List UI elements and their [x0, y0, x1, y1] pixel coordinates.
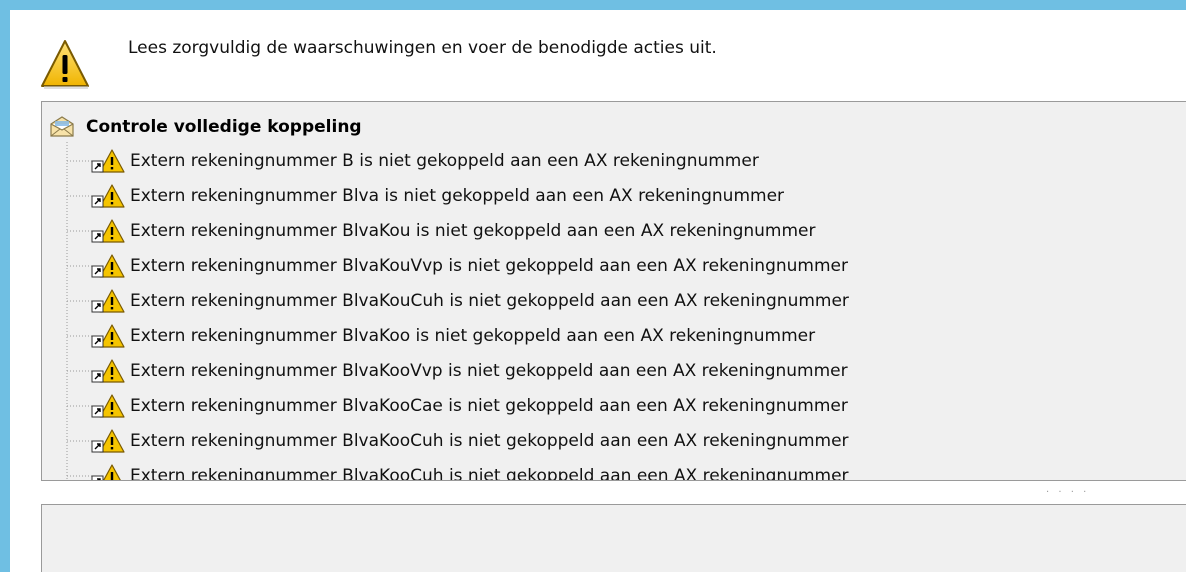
tree-item-label: Extern rekeningnummer BlvaKou is niet ge… [130, 221, 816, 241]
detail-panel [41, 504, 1186, 572]
tree-item[interactable]: Extern rekeningnummer BlvaKooCuh is niet… [88, 461, 849, 481]
tree-root-node[interactable]: Controle volledige koppeling [48, 114, 362, 140]
header-message: Lees zorgvuldig de waarschuwingen en voe… [128, 38, 717, 58]
warning-shortcut-icon [91, 394, 125, 418]
tree-item-label: Extern rekeningnummer BlvaKouVvp is niet… [130, 256, 848, 276]
tree-item[interactable]: Extern rekeningnummer BlvaKooCae is niet… [88, 391, 848, 421]
tree-item-label: Extern rekeningnummer BlvaKoo is niet ge… [130, 326, 816, 346]
tree-item[interactable]: Extern rekeningnummer BlvaKooVvp is niet… [88, 356, 848, 386]
window-frame-left [0, 0, 10, 572]
tree-item-label: Extern rekeningnummer BlvaKooCuh is niet… [130, 431, 849, 451]
warning-shortcut-icon [91, 184, 125, 208]
tree-item-label: Extern rekeningnummer BlvaKooCuh is niet… [130, 466, 849, 481]
tree-item[interactable]: Extern rekeningnummer BlvaKouCuh is niet… [88, 286, 849, 316]
warnings-tree[interactable]: Controle volledige koppeling Extern reke… [41, 101, 1186, 481]
tree-root-label: Controle volledige koppeling [86, 117, 362, 137]
tree-item-label: Extern rekeningnummer B is niet gekoppel… [130, 151, 759, 171]
tree-item[interactable]: Extern rekeningnummer BlvaKou is niet ge… [88, 216, 816, 246]
warning-icon [41, 40, 89, 89]
warning-shortcut-icon [91, 359, 125, 383]
warning-shortcut-icon [91, 149, 125, 173]
warning-shortcut-icon [91, 324, 125, 348]
warning-shortcut-icon [91, 429, 125, 453]
tree-item-label: Extern rekeningnummer Blva is niet gekop… [130, 186, 785, 206]
tree-item-label: Extern rekeningnummer BlvaKouCuh is niet… [130, 291, 849, 311]
tree-item[interactable]: Extern rekeningnummer BlvaKoo is niet ge… [88, 321, 815, 351]
tree-item[interactable]: Extern rekeningnummer Blva is niet gekop… [88, 181, 784, 211]
tree-item[interactable]: Extern rekeningnummer BlvaKouVvp is niet… [88, 251, 848, 281]
envelope-icon [50, 116, 74, 137]
tree-item-label: Extern rekeningnummer BlvaKooVvp is niet… [130, 361, 848, 381]
warning-shortcut-icon [91, 464, 121, 480]
warning-shortcut-icon [91, 289, 125, 313]
tree-item[interactable]: Extern rekeningnummer BlvaKooCuh is niet… [88, 426, 849, 456]
window-frame-top [0, 0, 1186, 10]
warning-shortcut-icon [91, 254, 125, 278]
tree-item[interactable]: Extern rekeningnummer B is niet gekoppel… [88, 146, 759, 176]
warning-shortcut-icon [91, 219, 125, 243]
splitter-grip[interactable]: · · · · [1046, 487, 1089, 498]
tree-item-label: Extern rekeningnummer BlvaKooCae is niet… [130, 396, 848, 416]
